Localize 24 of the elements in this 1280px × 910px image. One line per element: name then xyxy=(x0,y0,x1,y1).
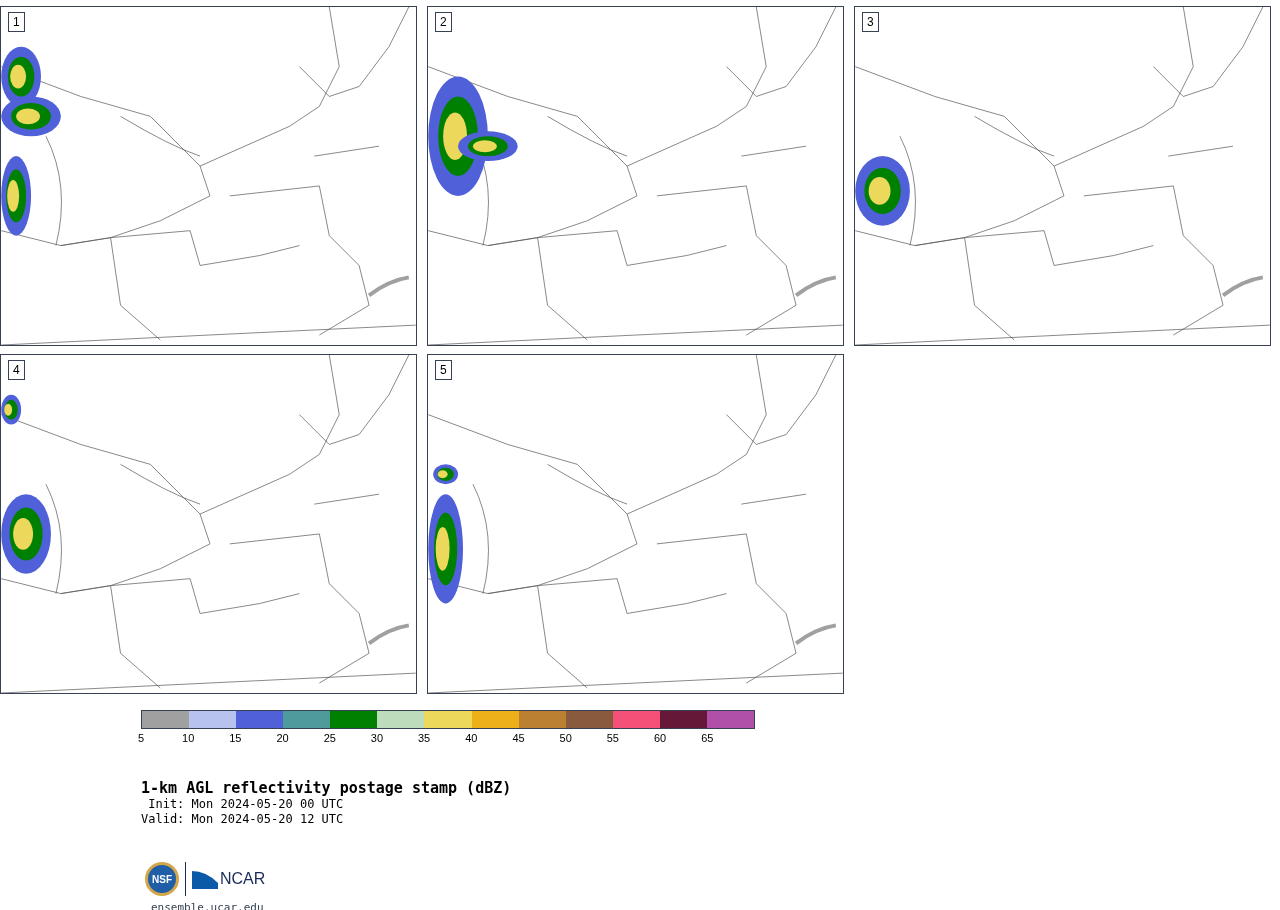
ncar-logo-text: NCAR xyxy=(220,869,266,889)
colorbar-tick-label: 5 xyxy=(137,731,145,745)
nsf-logo: NSF xyxy=(145,862,179,896)
init-time: Init: Mon 2024-05-20 00 UTC xyxy=(147,797,345,812)
colorbar-tick-label: 40 xyxy=(465,731,478,745)
panel-number: 1 xyxy=(8,12,25,32)
colorbar-tick-label: 65 xyxy=(701,731,714,745)
chart-title: 1-km AGL reflectivity postage stamp (dBZ) xyxy=(141,779,513,797)
colorbar-tick-label: 45 xyxy=(512,731,525,745)
colorbar-tick-label: 55 xyxy=(606,731,619,745)
colorbar-tick-label: 10 xyxy=(182,731,195,745)
panel-number: 5 xyxy=(435,360,452,380)
panel-number: 3 xyxy=(862,12,879,32)
colorbar-tick-label: 20 xyxy=(276,731,289,745)
ncar-logo-icon xyxy=(192,869,218,889)
panel-number: 2 xyxy=(435,12,452,32)
valid-time: Valid: Mon 2024-05-20 12 UTC xyxy=(141,812,345,827)
colorbar-tick-label: 15 xyxy=(229,731,242,745)
colorbar-tick-label: 60 xyxy=(653,731,667,745)
colorbar-tick-label: 35 xyxy=(418,731,431,745)
panel-number: 4 xyxy=(8,360,25,380)
colorbar-tick-label: 50 xyxy=(559,731,572,745)
colorbar-tick-label: 25 xyxy=(323,731,336,745)
colorbar-tick-label: 30 xyxy=(370,731,384,745)
